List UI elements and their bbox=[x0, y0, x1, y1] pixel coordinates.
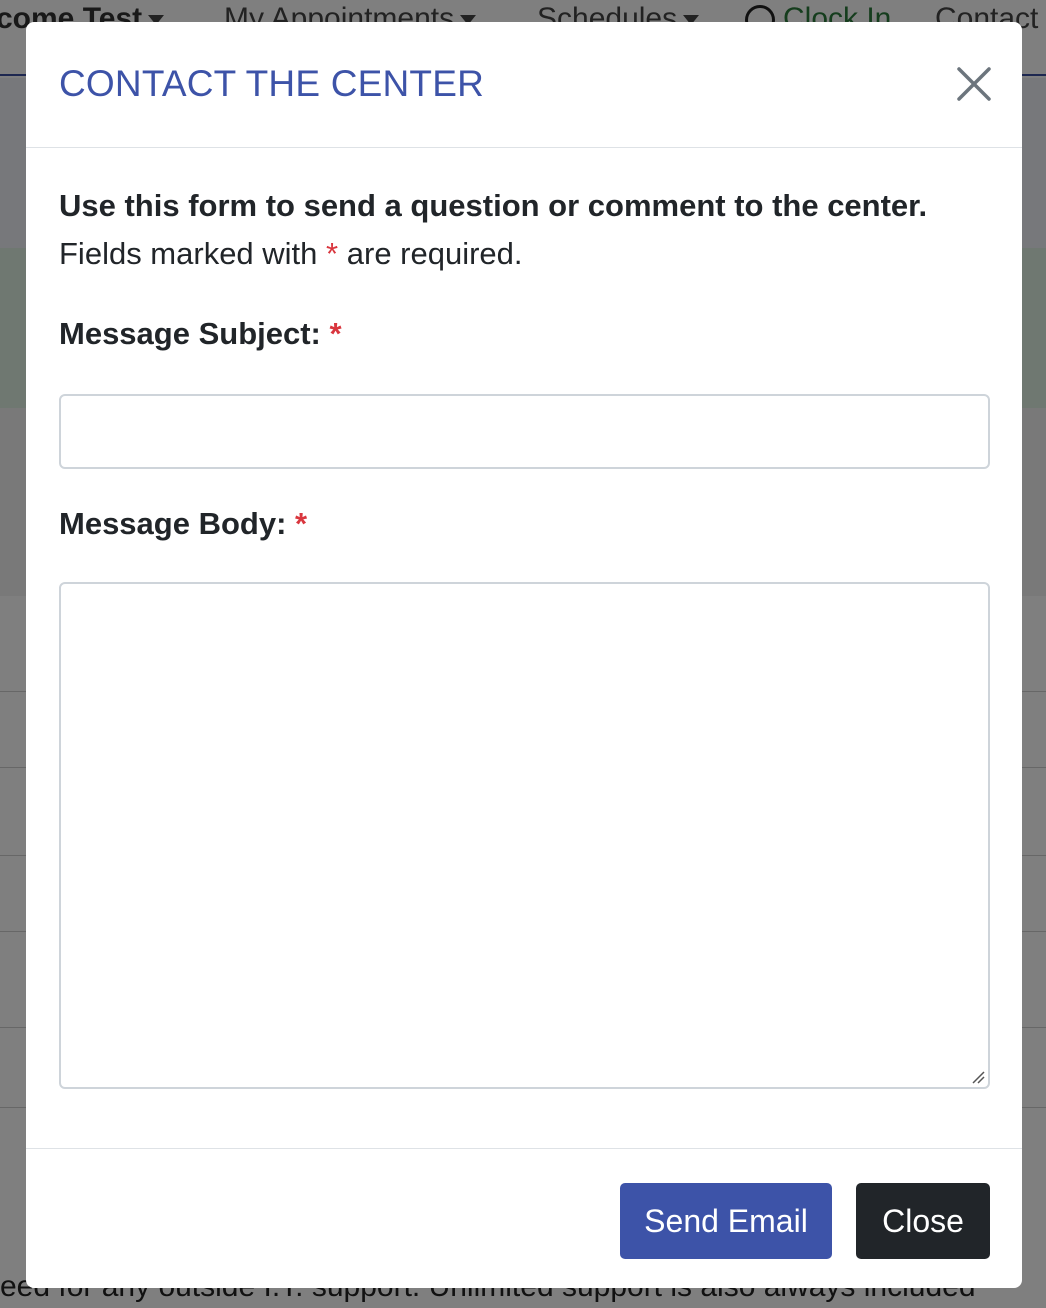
body-label: Message Body: * bbox=[59, 504, 307, 544]
subject-label: Message Subject: * bbox=[59, 314, 342, 354]
required-asterisk: * bbox=[329, 316, 342, 351]
close-icon[interactable] bbox=[954, 64, 994, 104]
send-email-button[interactable]: Send Email bbox=[620, 1183, 832, 1259]
required-asterisk: * bbox=[295, 506, 308, 541]
required-note-text-end: are required. bbox=[346, 236, 523, 271]
message-body-textarea[interactable] bbox=[59, 582, 990, 1089]
modal-footer: Send Email Close bbox=[26, 1148, 1022, 1288]
contact-modal: CONTACT THE CENTER Use this form to send… bbox=[26, 22, 1022, 1288]
modal-title: CONTACT THE CENTER bbox=[59, 63, 485, 104]
required-asterisk: * bbox=[326, 236, 339, 271]
subject-label-text: Message Subject: bbox=[59, 316, 321, 351]
body-label-text: Message Body: bbox=[59, 506, 287, 541]
close-button[interactable]: Close bbox=[856, 1183, 990, 1259]
resize-handle-icon[interactable] bbox=[971, 1070, 985, 1084]
message-subject-input[interactable] bbox=[59, 394, 990, 469]
required-note: Fields marked with * are required. bbox=[59, 234, 523, 274]
modal-header: CONTACT THE CENTER bbox=[26, 22, 1022, 148]
required-note-text: Fields marked with bbox=[59, 236, 318, 271]
form-intro: Use this form to send a question or comm… bbox=[59, 188, 928, 223]
